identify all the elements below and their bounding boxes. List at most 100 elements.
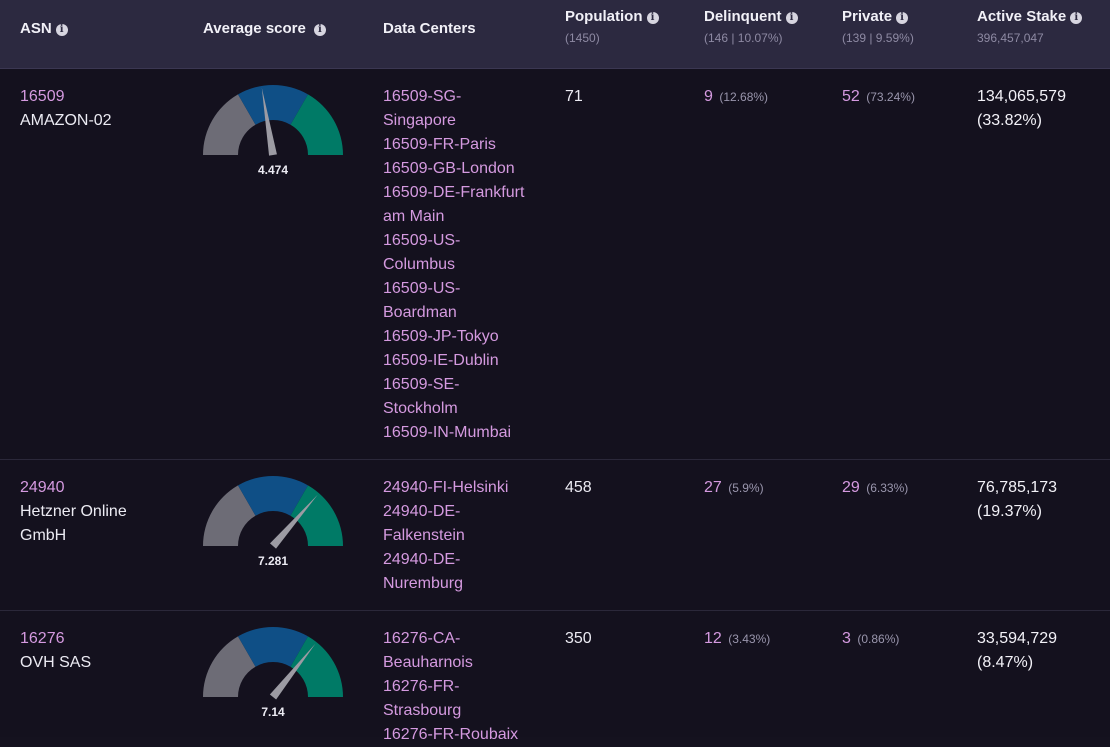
data-centers-list: 16276-CA- Beauharnois 16276-FR- Strasbou…	[383, 627, 529, 747]
score-gauge: 7.14	[203, 627, 345, 727]
table-row: 24940 Hetzner Online GmbH 7.281 24940-FI…	[0, 460, 1110, 611]
stake-percent: (8.47%)	[977, 654, 1034, 671]
asn-name-line2: GmbH	[20, 527, 67, 544]
data-center-link[interactable]: 16509-US-	[383, 229, 529, 253]
col-active-stake-sub: 396,457,047	[977, 31, 1044, 45]
data-center-link[interactable]: Stockholm	[383, 397, 529, 421]
score-value: 7.14	[261, 705, 285, 719]
data-center-link[interactable]: Beauharnois	[383, 651, 529, 675]
asn-name: Hetzner Online	[20, 503, 127, 520]
stake-cell: 134,065,579 (33.82%)	[977, 85, 1097, 133]
col-population-label: Population	[565, 8, 643, 25]
data-center-link[interactable]: am Main	[383, 205, 529, 229]
data-center-link[interactable]: 16276-CA-	[383, 627, 529, 651]
data-center-link[interactable]: 24940-FI-Helsinki	[383, 476, 529, 500]
stake-value: 33,594,729	[977, 630, 1058, 647]
data-center-link[interactable]: 16509-US-	[383, 277, 529, 301]
info-icon[interactable]: i	[646, 12, 659, 24]
col-population-header[interactable]: Population i (1450)	[565, 8, 659, 45]
delinquent-percent: (12.68%)	[719, 90, 769, 104]
data-center-link[interactable]: 16509-JP-Tokyo	[383, 325, 529, 349]
gauge-chart	[203, 476, 343, 549]
col-active-stake-label: Active Stake	[977, 8, 1067, 25]
asn-name: AMAZON-02	[20, 112, 112, 129]
data-center-link[interactable]: 16509-IE-Dublin	[383, 349, 529, 373]
private-cell: 52 (73.24%)	[842, 85, 915, 109]
col-delinquent-header[interactable]: Delinquent i (146 | 10.07%)	[704, 8, 798, 45]
col-avg-score-label: Average score	[203, 20, 306, 37]
col-data-centers-header[interactable]: Data Centers	[383, 20, 476, 37]
score-value: 4.474	[257, 163, 289, 177]
private-link[interactable]: 3	[842, 630, 851, 647]
delinquent-link[interactable]: 12	[704, 630, 722, 647]
table-header: ASN i Average score i Data Centers Populat…	[0, 0, 1110, 69]
data-center-link[interactable]: 16509-FR-Paris	[383, 133, 529, 157]
gauge-chart	[203, 85, 343, 156]
delinquent-percent: (5.9%)	[728, 481, 764, 495]
score-gauge: 7.281	[203, 476, 345, 576]
asn-link[interactable]: 24940	[20, 476, 127, 500]
asn-cell: 16276 OVH SAS	[20, 627, 91, 675]
population-value: 71	[565, 88, 583, 105]
private-percent: (73.24%)	[866, 90, 915, 104]
col-asn-header[interactable]: ASN i	[20, 20, 68, 37]
col-active-stake-header[interactable]: Active Stake i 396,457,047	[977, 8, 1083, 45]
asn-cell: 24940 Hetzner Online GmbH	[20, 476, 127, 548]
private-link[interactable]: 52	[842, 88, 860, 105]
data-center-link[interactable]: Boardman	[383, 301, 529, 325]
private-link[interactable]: 29	[842, 479, 860, 496]
private-cell: 29 (6.33%)	[842, 476, 908, 500]
table-row: 16509 AMAZON-02 4.474 16509-SG- Singapor…	[0, 69, 1110, 460]
data-center-link[interactable]: 16276-FR-Roubaix	[383, 723, 529, 747]
stake-value: 134,065,579	[977, 88, 1066, 105]
delinquent-cell: 27 (5.9%)	[704, 476, 764, 500]
data-centers-list: 16509-SG- Singapore 16509-FR-Paris 16509…	[383, 85, 529, 445]
col-data-centers-label: Data Centers	[383, 20, 476, 37]
delinquent-link[interactable]: 9	[704, 88, 713, 105]
data-center-link[interactable]: Falkenstein	[383, 524, 529, 548]
stake-percent: (33.82%)	[977, 112, 1042, 129]
data-center-link[interactable]: 16276-FR-	[383, 675, 529, 699]
data-center-link[interactable]: Columbus	[383, 253, 529, 277]
stake-percent: (19.37%)	[977, 503, 1042, 520]
info-icon[interactable]: i	[313, 24, 326, 36]
delinquent-cell: 12 (3.43%)	[704, 627, 770, 651]
data-center-link[interactable]: 24940-DE-	[383, 500, 529, 524]
data-center-link[interactable]: 16509-GB-London	[383, 157, 529, 181]
asn-cell: 16509 AMAZON-02	[20, 85, 112, 133]
private-percent: (6.33%)	[866, 481, 909, 495]
private-percent: (0.86%)	[857, 632, 900, 646]
stake-cell: 33,594,729 (8.47%)	[977, 627, 1097, 675]
data-center-link[interactable]: Nuremburg	[383, 572, 529, 596]
col-asn-label: ASN	[20, 20, 52, 37]
col-population-sub: (1450)	[565, 31, 600, 45]
data-center-link[interactable]: Singapore	[383, 109, 529, 133]
col-delinquent-label: Delinquent	[704, 8, 782, 25]
private-cell: 3 (0.86%)	[842, 627, 899, 651]
delinquent-link[interactable]: 27	[704, 479, 722, 496]
col-avg-score-header[interactable]: Average score i	[203, 20, 326, 37]
data-center-link[interactable]: Strasbourg	[383, 699, 529, 723]
data-center-link[interactable]: 16509-SG-	[383, 85, 529, 109]
info-icon[interactable]: i	[1070, 12, 1083, 24]
col-delinquent-sub: (146 | 10.07%)	[704, 31, 783, 45]
data-center-link[interactable]: 24940-DE-	[383, 548, 529, 572]
population-value: 458	[565, 479, 592, 496]
asn-link[interactable]: 16276	[20, 627, 91, 651]
population-value: 350	[565, 630, 592, 647]
info-icon[interactable]: i	[785, 12, 798, 24]
data-center-link[interactable]: 16509-DE-Frankfurt	[383, 181, 529, 205]
col-private-sub: (139 | 9.59%)	[842, 31, 914, 45]
col-private-header[interactable]: Private i (139 | 9.59%)	[842, 8, 914, 45]
data-center-link[interactable]: 16509-SE-	[383, 373, 529, 397]
stake-cell: 76,785,173 (19.37%)	[977, 476, 1097, 524]
info-icon[interactable]: i	[896, 12, 909, 24]
score-value: 7.281	[257, 554, 289, 568]
stake-value: 76,785,173	[977, 479, 1058, 496]
delinquent-percent: (3.43%)	[728, 632, 771, 646]
data-center-link[interactable]: 16509-IN-Mumbai	[383, 421, 529, 445]
score-gauge: 4.474	[203, 85, 345, 185]
data-centers-list: 24940-FI-Helsinki 24940-DE- Falkenstein …	[383, 476, 529, 596]
info-icon[interactable]: i	[55, 24, 68, 36]
asn-link[interactable]: 16509	[20, 85, 112, 109]
